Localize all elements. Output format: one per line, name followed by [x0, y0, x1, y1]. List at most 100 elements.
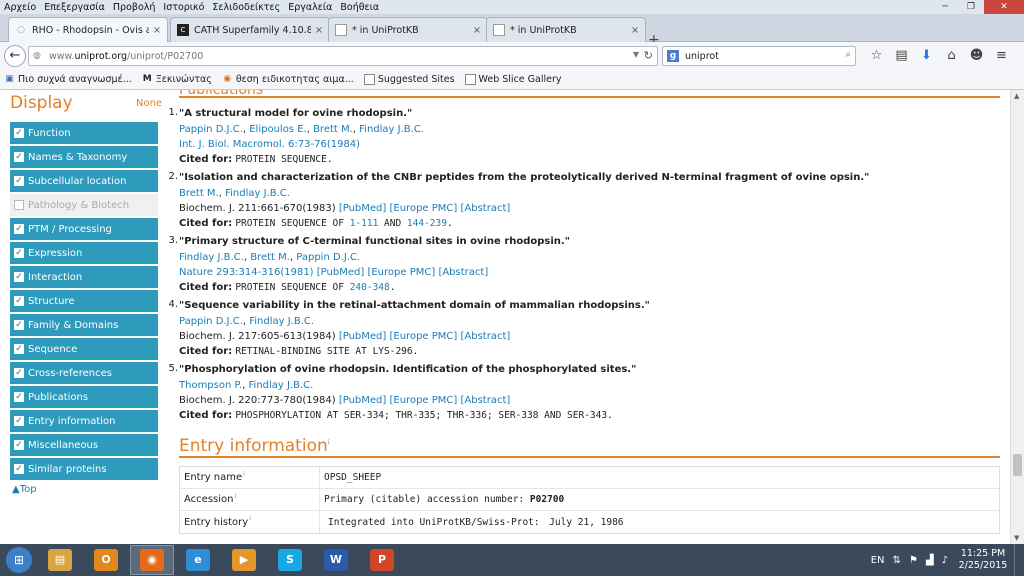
- page-scrollbar[interactable]: ▲ ▼: [1010, 90, 1024, 544]
- network-icon[interactable]: ⇅: [893, 555, 901, 566]
- minimize-button[interactable]: ─: [932, 0, 958, 14]
- checkbox-icon[interactable]: ✓: [14, 128, 24, 138]
- checkbox-icon[interactable]: [14, 200, 24, 210]
- checkbox-icon[interactable]: ✓: [14, 224, 24, 234]
- sidebar-item-ptm-processing[interactable]: ✓ PTM / Processing: [10, 218, 158, 240]
- checkbox-icon[interactable]: ✓: [14, 392, 24, 402]
- range-link[interactable]: 144-239: [407, 218, 447, 229]
- signal-icon[interactable]: ▟: [926, 555, 934, 566]
- sidebar-item-sequence[interactable]: ✓ Sequence: [10, 338, 158, 360]
- sidebar-item-function[interactable]: ✓ Function: [10, 122, 158, 144]
- europepmc-link[interactable]: [Europe PMC]: [390, 331, 458, 342]
- start-button[interactable]: ⊞: [0, 544, 38, 576]
- taskbar-app-skype[interactable]: S: [268, 545, 312, 575]
- show-desktop-button[interactable]: [1014, 544, 1024, 576]
- close-tab-icon[interactable]: ×: [631, 25, 639, 36]
- chat-icon[interactable]: ☻: [964, 48, 989, 63]
- europepmc-link[interactable]: [Europe PMC]: [390, 395, 458, 406]
- checkbox-icon[interactable]: ✓: [14, 296, 24, 306]
- abstract-link[interactable]: [Abstract]: [460, 203, 510, 214]
- checkbox-icon[interactable]: ✓: [14, 152, 24, 162]
- menu-item[interactable]: Σελιδοδείκτες: [208, 2, 284, 13]
- author-link[interactable]: Findlay J.B.C.: [249, 380, 314, 391]
- checkbox-icon[interactable]: ✓: [14, 272, 24, 282]
- author-link[interactable]: Findlay J.B.C.: [225, 188, 290, 199]
- sidebar-item-family-domains[interactable]: ✓ Family & Domains: [10, 314, 158, 336]
- menu-item[interactable]: Ιστορικό: [159, 2, 208, 13]
- search-bar[interactable]: g uniprot ⌕: [662, 46, 856, 66]
- reading-list-icon[interactable]: ▤: [889, 48, 914, 63]
- abstract-link[interactable]: [Abstract]: [438, 267, 488, 278]
- checkbox-icon[interactable]: ✓: [14, 368, 24, 378]
- language-indicator[interactable]: EN: [871, 555, 885, 566]
- checkbox-icon[interactable]: ✓: [14, 248, 24, 258]
- close-window-button[interactable]: ✕: [984, 0, 1024, 14]
- bookmark-getting-started[interactable]: M Ξεκινώντας: [142, 74, 212, 85]
- menu-item[interactable]: Αρχείο: [0, 2, 40, 13]
- search-icon[interactable]: ⌕: [845, 49, 851, 60]
- bookmark-thesi[interactable]: ◉ θεση ειδικοτητας αιμα...: [222, 74, 353, 85]
- url-bar[interactable]: ◍ www. uniprot.org/uniprot/P02700 ▼ ↻: [28, 46, 658, 66]
- sidebar-item-structure[interactable]: ✓ Structure: [10, 290, 158, 312]
- range-link[interactable]: 240-348: [350, 282, 390, 293]
- info-icon[interactable]: i: [249, 515, 251, 522]
- author-link[interactable]: Findlay J.B.C.: [179, 252, 244, 263]
- taskbar-app-word[interactable]: W: [314, 545, 358, 575]
- taskbar-app-media-player[interactable]: ▶: [222, 545, 266, 575]
- menu-item[interactable]: Προβολή: [109, 2, 160, 13]
- europepmc-link[interactable]: [Europe PMC]: [390, 203, 458, 214]
- search-engine-icon[interactable]: g: [667, 50, 679, 62]
- sidebar-item-interaction[interactable]: ✓ Interaction: [10, 266, 158, 288]
- author-link[interactable]: Thompson P.: [179, 380, 242, 391]
- close-tab-icon[interactable]: ×: [315, 25, 323, 36]
- scroll-up-icon[interactable]: ▲: [1014, 92, 1019, 100]
- info-icon[interactable]: i: [243, 471, 245, 478]
- sidebar-item-publications[interactable]: ✓ Publications: [10, 386, 158, 408]
- pubmed-link[interactable]: [PubMed]: [317, 267, 364, 278]
- menu-item[interactable]: Εργαλεία: [284, 2, 336, 13]
- history-dropdown-icon[interactable]: ▼: [633, 50, 639, 59]
- sidebar-item-cross-references[interactable]: ✓ Cross-references: [10, 362, 158, 384]
- close-tab-icon[interactable]: ×: [153, 25, 161, 36]
- checkbox-icon[interactable]: ✓: [14, 344, 24, 354]
- volume-icon[interactable]: ♪: [942, 555, 948, 566]
- sidebar-item-similar-proteins[interactable]: ✓ Similar proteins: [10, 458, 158, 480]
- back-button[interactable]: ←: [4, 45, 26, 67]
- sidebar-item-miscellaneous[interactable]: ✓ Miscellaneous: [10, 434, 158, 456]
- home-icon[interactable]: ⌂: [939, 48, 964, 63]
- scrollbar-thumb[interactable]: [1013, 454, 1022, 476]
- clock[interactable]: 11:25 PM 2/25/2015: [952, 548, 1014, 572]
- tab-cath[interactable]: C CATH Superfamily 4.10.840... ×: [170, 17, 330, 42]
- taskbar-app-outlook[interactable]: O: [84, 545, 128, 575]
- reload-icon[interactable]: ↻: [644, 49, 653, 62]
- close-tab-icon[interactable]: ×: [473, 25, 481, 36]
- europepmc-link[interactable]: [Europe PMC]: [367, 267, 435, 278]
- sidebar-item-subcellular-location[interactable]: ✓ Subcellular location: [10, 170, 158, 192]
- sidebar-item-expression[interactable]: ✓ Expression: [10, 242, 158, 264]
- author-link[interactable]: Elipoulos E.: [249, 124, 306, 135]
- bookmark-web-slice-gallery[interactable]: Web Slice Gallery: [464, 74, 562, 85]
- checkbox-icon[interactable]: ✓: [14, 416, 24, 426]
- taskbar-app-powerpoint[interactable]: P: [360, 545, 404, 575]
- taskbar-app-firefox[interactable]: ◉: [130, 545, 174, 575]
- taskbar-app-explorer[interactable]: ▤: [38, 545, 82, 575]
- menu-item[interactable]: Βοήθεια: [336, 2, 383, 13]
- abstract-link[interactable]: [Abstract]: [460, 331, 510, 342]
- author-link[interactable]: Brett M.: [179, 188, 219, 199]
- bookmark-star-icon[interactable]: ☆: [864, 48, 889, 63]
- info-icon[interactable]: i: [234, 493, 236, 500]
- abstract-link[interactable]: [Abstract]: [460, 395, 510, 406]
- scroll-down-icon[interactable]: ▼: [1014, 534, 1019, 542]
- author-link[interactable]: Pappin D.J.C.: [296, 252, 360, 263]
- pubmed-link[interactable]: [PubMed]: [339, 203, 386, 214]
- sidebar-item-entry-information[interactable]: ✓ Entry information: [10, 410, 158, 432]
- pubmed-link[interactable]: [PubMed]: [339, 395, 386, 406]
- bookmark-suggested-sites[interactable]: Suggested Sites: [363, 74, 455, 85]
- author-link[interactable]: Brett M.: [313, 124, 353, 135]
- checkbox-icon[interactable]: ✓: [14, 176, 24, 186]
- journal-link[interactable]: Nature 293:314-316(1981): [179, 267, 314, 278]
- sidebar-item-names-taxonomy[interactable]: ✓ Names & Taxonomy: [10, 146, 158, 168]
- menu-item[interactable]: Επεξεργασία: [40, 2, 109, 13]
- menu-icon[interactable]: ≡: [989, 48, 1014, 63]
- checkbox-icon[interactable]: ✓: [14, 320, 24, 330]
